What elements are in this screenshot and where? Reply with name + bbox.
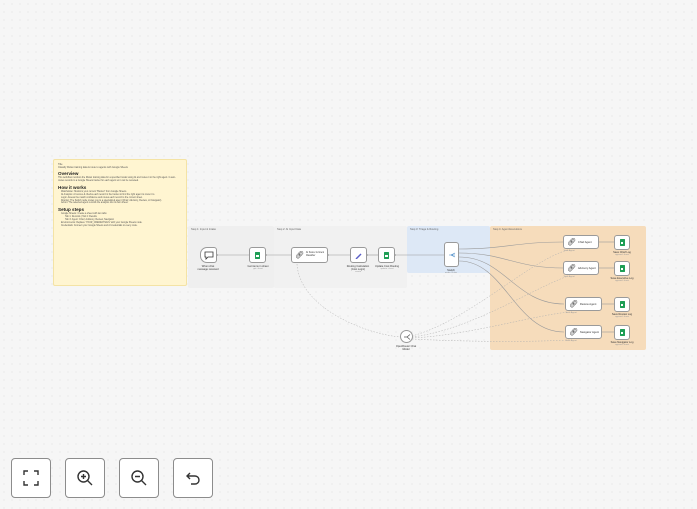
node-get-sheet-sub: get: sheet — [253, 268, 263, 270]
node-ai-scorer[interactable]: 🔗︎ AI Scorer & Intent Classifier — [291, 247, 328, 263]
node-save-chief-sub: append: sheet — [615, 254, 629, 256]
node-review-agent[interactable]: 🔗︎ Review Agent — [565, 297, 602, 311]
node-save-executive[interactable] — [614, 261, 630, 276]
node-advisory-agent-label: Advisory Agent — [577, 266, 596, 270]
connections — [216, 241, 614, 342]
node-update-routing-sub: update: sheet — [380, 268, 394, 270]
zoom-in-icon — [77, 470, 93, 486]
pencil-icon — [355, 253, 362, 259]
zoom-out-button[interactable] — [119, 458, 159, 498]
node-save-review-sub: append: sheet — [615, 316, 629, 318]
google-sheets-icon — [619, 329, 625, 336]
switch-icon — [448, 252, 455, 257]
chat-icon — [204, 251, 213, 260]
fit-view-icon — [23, 470, 39, 486]
undo-button[interactable] — [173, 458, 213, 498]
node-save-navigator[interactable] — [614, 325, 630, 340]
node-ai-scorer-label: AI Scorer & Intent Classifier — [305, 252, 325, 257]
node-save-executive-sub: append: sheet — [615, 280, 629, 282]
node-save-navigator-sub: append: sheet — [615, 344, 629, 346]
link-icon: 🔗︎ — [295, 251, 304, 259]
node-chief-agent-sub: Tools Agent — [563, 250, 575, 252]
openrouter-icon — [403, 333, 410, 340]
node-get-sheet[interactable] — [249, 247, 266, 263]
link-icon: 🔗︎ — [567, 238, 576, 246]
node-review-agent-sub: Tools Agent — [565, 312, 577, 314]
google-sheets-icon — [619, 239, 625, 246]
node-advisory-agent-sub: Tools Agent — [563, 276, 575, 278]
google-sheets-icon — [619, 301, 625, 308]
node-update-routing[interactable] — [378, 247, 395, 263]
link-icon: 🔗︎ — [569, 328, 578, 336]
google-sheets-icon — [619, 265, 625, 272]
node-navigator-agent-label: Navigator Agent — [579, 330, 600, 334]
google-sheets-icon — [384, 251, 389, 259]
node-navigator-agent[interactable]: 🔗︎ Navigator Agent — [565, 325, 602, 339]
google-sheets-icon — [255, 251, 260, 259]
zoom-in-button[interactable] — [65, 458, 105, 498]
node-chief-agent-label: Chief Agent — [577, 240, 592, 244]
node-switch[interactable] — [444, 242, 459, 267]
node-routing-logic-sub: create — [354, 271, 362, 273]
link-icon: 🔗︎ — [567, 264, 576, 272]
node-save-chief[interactable] — [614, 235, 630, 250]
node-advisory-agent[interactable]: 🔗︎ Advisory Agent — [563, 261, 599, 275]
undo-icon — [186, 472, 200, 485]
fit-view-button[interactable] — [11, 458, 51, 498]
link-icon: 🔗︎ — [569, 300, 578, 308]
node-chat-trigger-label: When chat message received — [197, 265, 219, 271]
node-chief-agent[interactable]: 🔗︎ Chief Agent — [563, 235, 599, 249]
zoom-out-icon — [131, 470, 147, 486]
node-switch-sub: mode: Rules — [444, 272, 458, 274]
node-openrouter[interactable] — [400, 330, 413, 343]
node-save-review[interactable] — [614, 297, 630, 312]
node-routing-logic[interactable] — [350, 247, 367, 263]
node-navigator-agent-sub: Tools Agent — [565, 340, 577, 342]
node-chat-trigger[interactable] — [200, 247, 217, 263]
node-review-agent-label: Review Agent — [579, 302, 597, 306]
node-openrouter-label: OpenRouter Chat Model — [395, 345, 417, 351]
workflow-canvas[interactable]: Title Classify Rivian training data & ro… — [0, 0, 697, 509]
